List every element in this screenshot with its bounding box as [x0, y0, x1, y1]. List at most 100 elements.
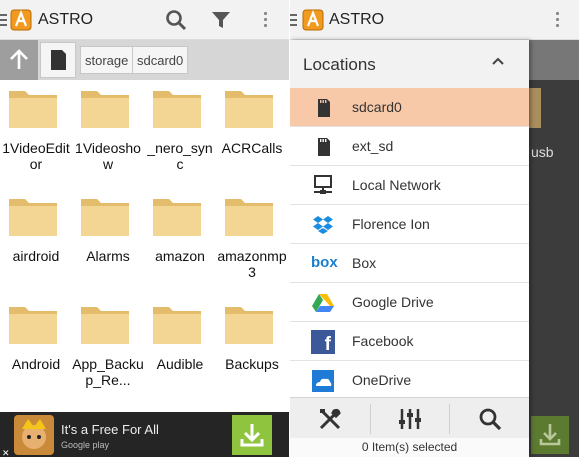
location-item-dropbox[interactable]: Florence Ion — [290, 205, 529, 244]
folder-name: ACRCalls — [221, 140, 283, 156]
ad-headline: It's a Free For All — [61, 422, 159, 437]
folder-name: amazon — [155, 248, 205, 264]
toolbar-separator — [449, 404, 450, 434]
folder-item[interactable]: Android — [0, 296, 72, 404]
sdcard-icon — [318, 138, 330, 156]
folder-item[interactable]: _nero_sync — [144, 80, 216, 188]
location-item-ext-sd[interactable]: ext_sd — [290, 127, 529, 166]
arrow-up-icon — [10, 49, 28, 69]
astro-logo-icon[interactable] — [10, 9, 32, 31]
folder-name: App_Backup_Re... — [72, 356, 144, 388]
download-icon — [539, 424, 561, 446]
folder-item[interactable]: Alarms — [72, 188, 144, 296]
folder-icon — [81, 91, 129, 128]
google-play-badge: Google play — [61, 440, 110, 450]
astro-logo-icon[interactable] — [302, 9, 324, 31]
folder-name: 1Videoshow — [75, 140, 141, 172]
folder-name: Android — [11, 356, 61, 372]
app-title: ASTRO — [38, 11, 94, 28]
folder-icon — [81, 199, 129, 236]
chevron-up-icon[interactable] — [491, 56, 505, 66]
overflow-menu-icon[interactable] — [264, 12, 268, 30]
drawer-toolbar — [290, 397, 529, 438]
location-label: OneDrive — [352, 372, 412, 388]
folder-item[interactable]: amazonmp3 — [216, 188, 288, 296]
location-item-onedrive[interactable]: OneDrive — [290, 361, 529, 400]
folder-name: Audible — [156, 356, 204, 372]
folder-item[interactable]: Audible — [144, 296, 216, 404]
filter-icon[interactable] — [209, 8, 233, 32]
folder-icon — [9, 199, 57, 236]
dimmed-content[interactable]: usb — [529, 40, 579, 457]
locations-drawer: Locations sdcard0 ext_sd Local Network F… — [290, 40, 529, 457]
location-label: Box — [352, 255, 377, 271]
up-button[interactable] — [0, 40, 38, 80]
location-label: Google Drive — [352, 294, 434, 310]
app-title: ASTRO — [329, 11, 385, 28]
app-bar: ASTRO — [290, 0, 579, 40]
dimmed-breadcrumb — [529, 40, 579, 80]
location-item-facebook[interactable]: f Facebook — [290, 322, 529, 361]
folder-item[interactable]: airdroid — [0, 188, 72, 296]
overflow-menu-icon[interactable] — [556, 12, 560, 30]
search-icon[interactable] — [164, 8, 188, 32]
folder-icon — [153, 307, 201, 344]
onedrive-icon — [312, 370, 334, 392]
facebook-icon: f — [311, 330, 335, 354]
folder-item[interactable]: ACRCalls — [216, 80, 288, 188]
folder-item[interactable]: App_Backup_Re... — [72, 296, 144, 404]
location-label: Florence Ion — [352, 216, 430, 232]
location-label: sdcard0 — [352, 99, 402, 115]
ad-banner[interactable]: ✕ It's a Free For All Google play — [0, 412, 289, 457]
folder-name: 1VideoEditor — [2, 140, 70, 172]
network-icon — [314, 175, 332, 194]
settings-sliders-icon[interactable] — [397, 406, 423, 432]
dimmed-download-button — [531, 416, 569, 454]
folder-item[interactable]: amazon — [144, 188, 216, 296]
location-label: Local Network — [352, 177, 441, 193]
download-icon — [240, 424, 264, 447]
ad-download-button[interactable] — [232, 415, 272, 455]
location-item-google-drive[interactable]: Google Drive — [290, 283, 529, 322]
ad-game-thumbnail[interactable] — [14, 415, 54, 455]
location-item-box[interactable]: box Box — [290, 244, 529, 283]
folder-icon — [153, 91, 201, 128]
game-character-icon — [14, 415, 54, 455]
search-icon[interactable] — [477, 406, 503, 432]
folder-item[interactable]: Backups — [216, 296, 288, 404]
app-bar: ASTRO — [0, 0, 289, 40]
folder-icon — [225, 91, 273, 128]
location-label: ext_sd — [352, 138, 394, 154]
breadcrumb-device[interactable] — [40, 42, 76, 78]
locations-header[interactable]: Locations — [290, 40, 529, 88]
sdcard-icon — [51, 50, 66, 70]
location-label: Facebook — [352, 333, 414, 349]
folder-icon — [153, 199, 201, 236]
dimmed-folder-label: usb — [531, 144, 554, 160]
location-item-sdcard0[interactable]: sdcard0 — [290, 88, 529, 127]
folder-item[interactable]: 1Videoshow — [72, 80, 144, 188]
folder-icon — [81, 307, 129, 344]
locations-drawer-screen: ASTRO usb Locations sdcard0 ext_sd Local… — [290, 0, 579, 457]
folder-icon — [9, 307, 57, 344]
folder-icon — [9, 91, 57, 128]
folder-icon — [225, 307, 273, 344]
file-browser-screen: ASTRO storage sdcard0 1VideoEditor 1Vide… — [0, 0, 289, 457]
folder-name: amazonmp3 — [217, 248, 287, 280]
menu-icon[interactable] — [0, 14, 7, 29]
toolbar-separator — [370, 404, 371, 434]
ad-close-icon[interactable]: ✕ — [2, 448, 10, 457]
folder-name: airdroid — [12, 248, 60, 264]
location-item-local-network[interactable]: Local Network — [290, 166, 529, 205]
menu-icon[interactable] — [290, 14, 297, 29]
folder-icon — [225, 199, 273, 236]
folder-name: Backups — [225, 356, 279, 372]
folder-item[interactable]: 1VideoEditor — [0, 80, 72, 188]
breadcrumb-item-sdcard0[interactable]: sdcard0 — [132, 46, 189, 74]
box-icon: box — [311, 254, 338, 271]
breadcrumb-item-storage[interactable]: storage — [80, 46, 134, 74]
folder-name: _nero_sync — [147, 140, 213, 172]
selection-status: 0 Item(s) selected — [290, 438, 529, 457]
google-drive-icon — [312, 294, 334, 312]
tools-icon[interactable] — [317, 406, 343, 432]
